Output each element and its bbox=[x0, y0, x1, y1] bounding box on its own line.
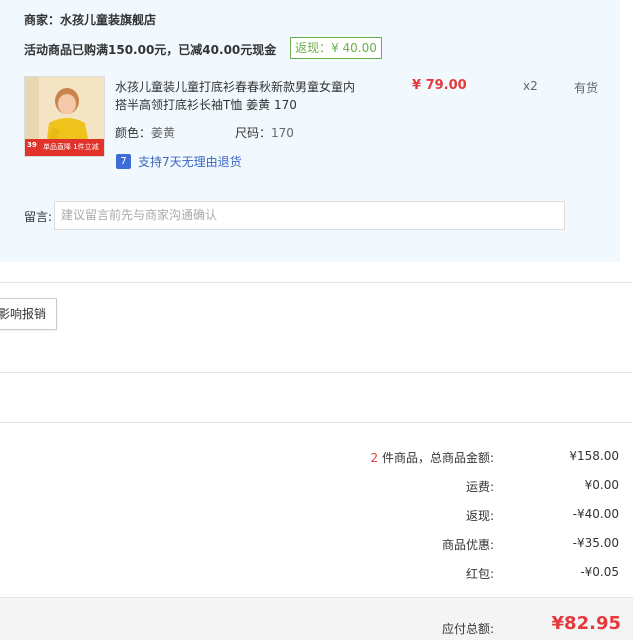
size-label: 尺码： bbox=[235, 126, 272, 140]
redpacket-label: 红包: bbox=[465, 567, 494, 581]
shipping-label: 运费: bbox=[465, 480, 494, 494]
discount-label: 商品优惠: bbox=[441, 538, 494, 552]
product-quantity: x2 bbox=[523, 79, 538, 93]
divider bbox=[0, 422, 633, 423]
product-title[interactable]: 水孩儿童装儿童打底衫春春秋新款男童女童内搭半高领打底衫长袖T恤 姜黄 170 bbox=[115, 78, 365, 114]
rebate-value: -¥40.00 bbox=[572, 507, 619, 521]
divider bbox=[0, 372, 633, 373]
message-label: 留言: bbox=[24, 210, 53, 224]
size-value: 170 bbox=[271, 126, 294, 140]
goods-total-value: ¥158.00 bbox=[569, 449, 619, 463]
seven-day-return-icon: 7 bbox=[116, 154, 131, 169]
shipping-value: ¥0.00 bbox=[584, 478, 619, 492]
promo-text: 活动商品已购满150.00元，已减40.00元现金 bbox=[24, 43, 277, 57]
rebate-label: 返现: bbox=[465, 509, 494, 523]
goods-total-label: 件商品，总商品金额: bbox=[378, 451, 494, 465]
total-bar bbox=[0, 597, 633, 640]
message-input[interactable]: 建议留言前先与商家沟通确认 bbox=[54, 201, 565, 230]
product-thumbnail[interactable]: 39 单品直降 1件立减 bbox=[24, 76, 105, 157]
color-label: 颜色： bbox=[115, 126, 152, 140]
total-label: 应付总额: bbox=[441, 622, 494, 636]
product-price: ¥ 79.00 bbox=[412, 78, 467, 93]
return-policy-link[interactable]: 支持7天无理由退货 bbox=[138, 153, 242, 170]
goods-count: 2 bbox=[370, 451, 379, 465]
redpacket-value: -¥0.05 bbox=[580, 565, 619, 579]
discount-value: -¥35.00 bbox=[572, 536, 619, 550]
merchant-name[interactable]: 商家：水孩儿童装旗舰店 bbox=[24, 11, 156, 28]
thumb-caption: 单品直降 1件立减 bbox=[43, 143, 99, 151]
reimburse-button[interactable]: 影响报销 bbox=[0, 298, 57, 330]
rebate-badge: 返现：¥ 40.00 bbox=[290, 37, 382, 59]
size-attribute: 尺码：170 bbox=[235, 124, 294, 141]
total-amount: ¥82.95 bbox=[551, 613, 621, 634]
color-value: 姜黄 bbox=[151, 126, 176, 140]
color-attribute: 颜色：姜黄 bbox=[115, 124, 175, 141]
thumb-tag: 39 bbox=[27, 141, 37, 149]
divider bbox=[0, 282, 633, 283]
stock-status: 有货 bbox=[574, 81, 599, 95]
goods-count-label: 2 件商品，总商品金额: bbox=[371, 449, 495, 466]
